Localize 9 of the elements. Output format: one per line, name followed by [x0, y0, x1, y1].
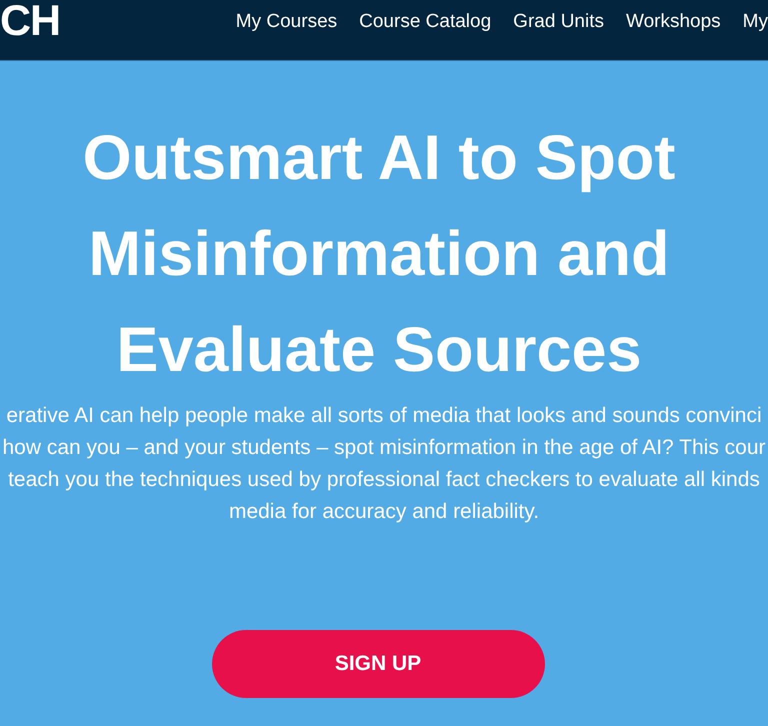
nav-link[interactable]: Workshops [626, 11, 721, 33]
hero-description: erative AI can help people make all sorts of media that looks and sounds convinci how can you – and your students – spot misinformation in the age of AI? This cour teach you the techniques used by professional fact checkers to evaluate all kinds media for accuracy and reliability. [1, 403, 767, 525]
site-logo[interactable]: CH [0, 0, 60, 43]
sign-up-button[interactable]: SIGN UP [212, 630, 544, 698]
nav-link[interactable]: Grad Units [513, 11, 604, 33]
nav-link[interactable]: My Courses [236, 11, 338, 33]
nav-link[interactable]: My [742, 11, 768, 33]
nav-link[interactable]: Course Catalog [359, 11, 492, 33]
hero-title: Outsmart AI to Spot Misinformation and Evaluate Sources [82, 122, 676, 387]
